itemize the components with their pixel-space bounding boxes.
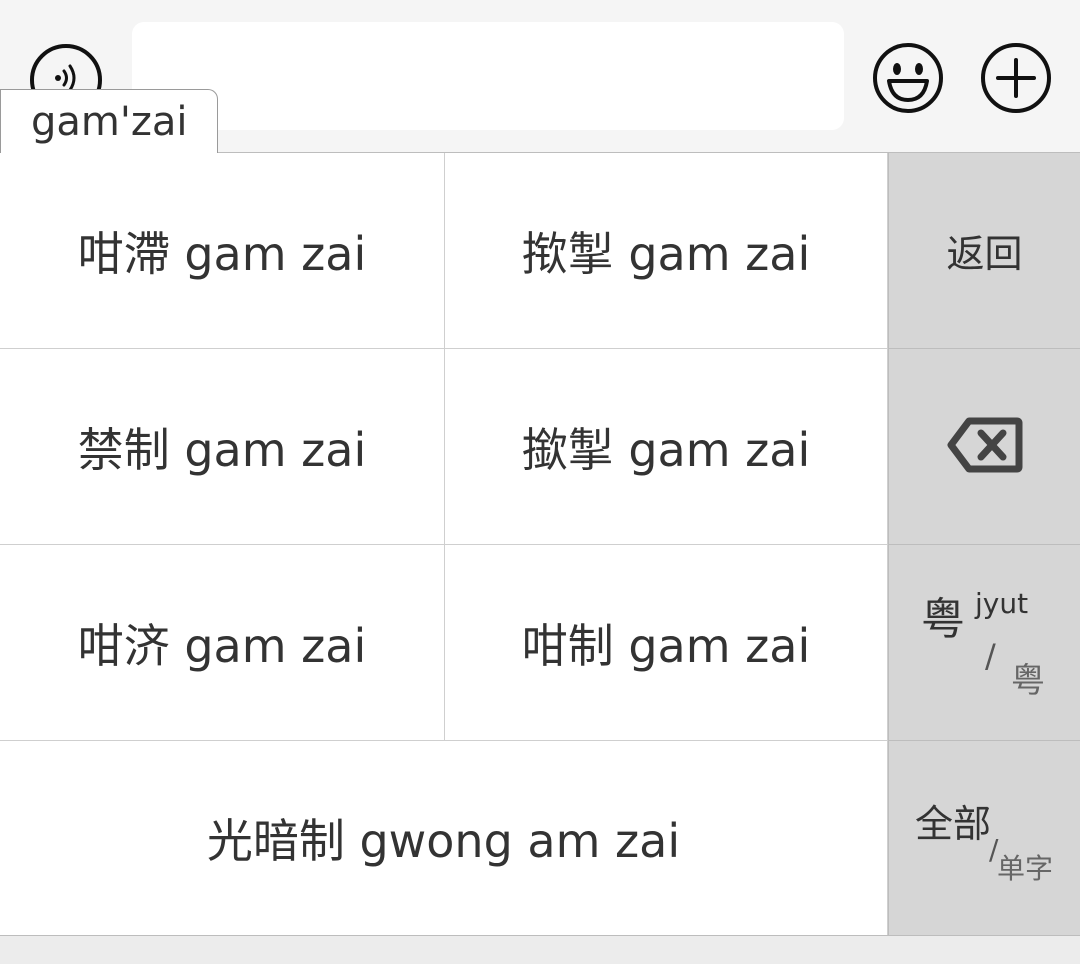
mode-sup: jyut (975, 586, 1029, 620)
candidate-1[interactable]: 咁滯 gam zai (0, 153, 445, 349)
candidate-7[interactable]: 光暗制 gwong am zai (0, 741, 888, 936)
candidate-text: 光暗制 gwong am zai (206, 814, 681, 868)
plus-icon (980, 42, 1052, 118)
back-button[interactable]: 返回 (888, 153, 1080, 349)
filter-alt: 单字 (997, 851, 1054, 885)
emoji-icon (872, 42, 944, 118)
mode-slash: / (985, 636, 996, 675)
candidate-6[interactable]: 咁制 gam zai (445, 545, 888, 741)
backspace-button[interactable] (888, 349, 1080, 545)
candidate-text: 禁制 gam zai (77, 422, 367, 477)
filter-mode-button[interactable]: 全部 / 单字 (888, 741, 1080, 936)
candidate-4[interactable]: 撳掣 gam zai (445, 349, 888, 545)
mode-main: 粤 (921, 593, 965, 645)
bottom-strip (0, 935, 1080, 964)
candidate-text: 揿掣 gam zai (521, 226, 811, 281)
backspace-icon (947, 417, 1023, 477)
candidate-5[interactable]: 咁济 gam zai (0, 545, 445, 741)
language-mode-button[interactable]: 粤 jyut / 粤 (888, 545, 1080, 741)
text-input[interactable] (132, 22, 844, 130)
emoji-button[interactable] (872, 42, 944, 118)
filter-mode-label: 全部 / 单字 (889, 741, 1080, 936)
candidate-grid: 咁滯 gam zai 揿掣 gam zai 禁制 gam zai 撳掣 gam … (0, 152, 1080, 936)
candidate-text: 咁制 gam zai (521, 618, 811, 673)
filter-main: 全部 (915, 801, 992, 846)
candidate-text: 撳掣 gam zai (521, 422, 811, 477)
candidate-3[interactable]: 禁制 gam zai (0, 349, 445, 545)
candidate-text: 咁滯 gam zai (77, 226, 367, 281)
composing-text: gam'zai (0, 89, 218, 153)
candidate-2[interactable]: 揿掣 gam zai (445, 153, 888, 349)
mode-alt: 粤 (1011, 660, 1045, 701)
language-mode-label: 粤 jyut / 粤 (889, 545, 1080, 741)
candidate-text: 咁济 gam zai (77, 618, 367, 673)
plus-button[interactable] (980, 42, 1052, 118)
back-label: 返回 (946, 232, 1023, 276)
